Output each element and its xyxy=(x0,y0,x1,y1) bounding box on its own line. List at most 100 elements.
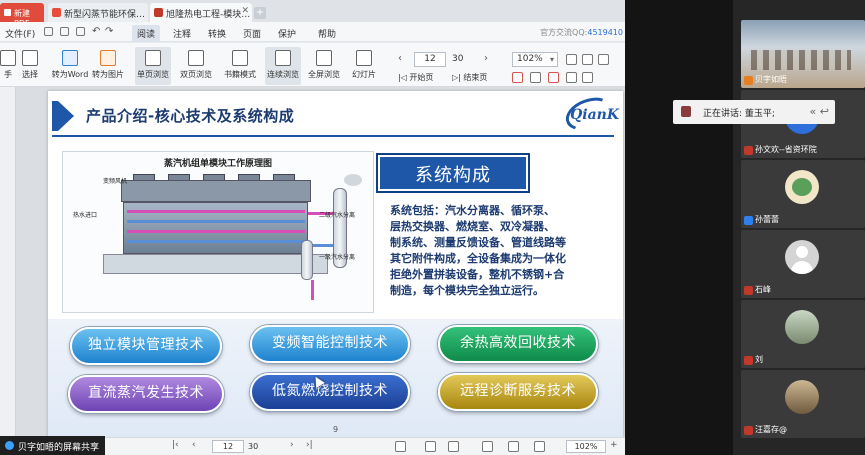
single-view-icon[interactable] xyxy=(425,441,436,452)
status-page-input[interactable]: 12 xyxy=(212,440,244,453)
first-page-icon: |◁ xyxy=(398,73,410,82)
next-page-icon[interactable]: › xyxy=(290,440,294,450)
fit-width-icon[interactable] xyxy=(534,441,545,452)
participant-tile[interactable]: 贝字如晤 xyxy=(741,20,865,88)
rotate-icon[interactable] xyxy=(598,54,609,65)
title-divider xyxy=(52,135,614,137)
menu-help[interactable]: 帮助 xyxy=(313,25,341,42)
participant-tile[interactable]: 孙蕾蕾 xyxy=(741,160,865,228)
status-zoom-select[interactable]: 102% xyxy=(566,440,606,453)
avatar xyxy=(785,170,819,204)
participant-name: 石峰 xyxy=(755,285,771,294)
continuous-icon xyxy=(275,50,291,66)
select-tool-button[interactable]: 选择 xyxy=(12,47,48,85)
status-page-total: 30 xyxy=(248,442,259,451)
collapse-arrows-icon[interactable]: « ↩ xyxy=(810,105,829,118)
print-icon[interactable] xyxy=(44,27,53,36)
last-page-label: 结束页 xyxy=(463,73,488,82)
to-image-button[interactable]: 转为图片 xyxy=(90,47,126,85)
tech-pill-remote: 远程诊断服务技术 xyxy=(438,373,598,411)
menu-convert[interactable]: 转换 xyxy=(203,25,231,42)
page-total: 30 xyxy=(452,54,464,64)
tech-pill-low-nox: 低氮燃烧控制技术 xyxy=(250,373,410,411)
menu-annotate[interactable]: 注释 xyxy=(168,25,196,42)
participant-tile[interactable]: 石峰 xyxy=(741,230,865,298)
read-mode-icon[interactable] xyxy=(395,441,406,452)
export-icon[interactable] xyxy=(548,72,559,83)
zoom-in-icon[interactable]: + xyxy=(610,440,618,450)
microphone-icon xyxy=(681,106,691,117)
single-page-button[interactable]: 单页浏览 xyxy=(135,47,171,85)
double-view-icon[interactable] xyxy=(448,441,459,452)
slideshow-button[interactable]: 幻灯片 xyxy=(346,47,382,85)
document-area[interactable]: 产品介绍-核心技术及系统构成 QianK 蒸汽机组单模块工作原理图 变频风机 热… xyxy=(0,87,625,437)
rotate-left-icon[interactable] xyxy=(566,72,577,83)
pdf-icon[interactable] xyxy=(512,72,523,83)
steam-puff xyxy=(344,174,362,186)
zoom-out-icon[interactable] xyxy=(582,54,593,65)
double-page-button[interactable]: 双页浏览 xyxy=(178,47,214,85)
continuous-view-icon[interactable] xyxy=(482,441,493,452)
new-tab-button[interactable]: + xyxy=(254,7,266,19)
screen-share-label: 贝字如晤的屏幕共享 xyxy=(0,436,106,455)
zoom-in-icon[interactable] xyxy=(566,54,577,65)
continuous-button[interactable]: 连续浏览 xyxy=(265,47,301,85)
fullscreen-icon xyxy=(316,50,332,66)
zoom-select[interactable]: 102% xyxy=(512,52,558,67)
mic-muted-icon xyxy=(744,146,753,155)
tech-pill-vfd: 变频智能控制技术 xyxy=(250,325,410,363)
open-icon[interactable] xyxy=(76,27,85,36)
menu-read[interactable]: 阅读 xyxy=(132,25,161,42)
user-icon xyxy=(744,216,753,225)
new-pdf-tab[interactable]: 新建PDF xyxy=(0,3,44,28)
single-page-label: 单页浏览 xyxy=(137,70,169,79)
first-page-label: 开始页 xyxy=(409,73,434,82)
last-page-icon: ▷| xyxy=(452,73,464,82)
participant-tile[interactable]: 刘 xyxy=(741,300,865,368)
bookmark-mode-button[interactable]: 书籍模式 xyxy=(222,47,258,85)
tech-pill-modular: 独立模块管理技术 xyxy=(70,327,222,365)
tab-document-1[interactable]: 新型闪蒸节能环保… xyxy=(48,3,148,22)
book-icon xyxy=(232,50,248,66)
fit-page-icon[interactable] xyxy=(508,441,519,452)
save-icon[interactable] xyxy=(60,27,69,36)
next-page-icon[interactable]: › xyxy=(484,53,488,64)
prev-page-icon[interactable]: ‹ xyxy=(192,440,196,450)
slide-title: 产品介绍-核心技术及系统构成 xyxy=(86,107,295,125)
speaking-indicator: 正在讲话: 董玉平; « ↩ xyxy=(673,100,835,124)
page-input[interactable]: 12 xyxy=(414,52,446,67)
undo-icon[interactable]: ↶ xyxy=(92,26,100,37)
first-page-icon[interactable]: |‹ xyxy=(172,440,179,450)
to-image-label: 转为图片 xyxy=(92,70,124,79)
participant-name: 汪嘉存@ xyxy=(755,425,787,434)
tech-pill-steam: 直流蒸汽发生技术 xyxy=(68,375,224,413)
last-page-icon[interactable]: ›| xyxy=(306,440,313,450)
thumbnail-sidebar[interactable] xyxy=(0,87,16,437)
tab-bar: 新建PDF 新型闪蒸节能环保… 旭隆热电工程-模块… ✕ + xyxy=(0,0,625,28)
tab-document-2[interactable]: 旭隆热电工程-模块… ✕ xyxy=(150,3,252,22)
system-description: 系统包括：汽水分离器、循环泵、 层热交换器、燃烧室、双冷凝器、 制系统、测量反馈… xyxy=(390,204,566,297)
close-icon[interactable]: ✕ xyxy=(241,6,249,16)
last-page-button[interactable]: ▷| 结束页 xyxy=(452,72,487,83)
hot-coil xyxy=(127,210,305,213)
fullscreen-button[interactable]: 全屏浏览 xyxy=(306,47,342,85)
fit-width-icon[interactable] xyxy=(530,72,541,83)
avatar xyxy=(785,380,819,414)
prev-page-icon[interactable]: ‹ xyxy=(398,53,402,64)
mic-muted-icon xyxy=(744,286,753,295)
participant-name: 贝字如晤 xyxy=(755,75,787,84)
to-word-button[interactable]: 转为Word xyxy=(52,47,88,85)
tab-label: 旭隆热电工程-模块… xyxy=(166,10,251,20)
video-content xyxy=(751,50,851,70)
menu-file[interactable]: 文件(F) xyxy=(0,25,40,42)
participant-tile[interactable]: 汪嘉存@ xyxy=(741,370,865,438)
rotate-right-icon[interactable] xyxy=(582,72,593,83)
slideshow-label: 幻灯片 xyxy=(352,70,376,79)
qq-label: 官方交流QQ: xyxy=(540,28,588,37)
fan-housing xyxy=(121,180,311,202)
redo-icon[interactable]: ↷ xyxy=(105,26,113,37)
pdf-page: 产品介绍-核心技术及系统构成 QianK 蒸汽机组单模块工作原理图 变频风机 热… xyxy=(48,91,623,437)
menu-page[interactable]: 页面 xyxy=(238,25,266,42)
first-page-button[interactable]: |◁ 开始页 xyxy=(398,72,433,83)
menu-protect[interactable]: 保护 xyxy=(273,25,301,42)
